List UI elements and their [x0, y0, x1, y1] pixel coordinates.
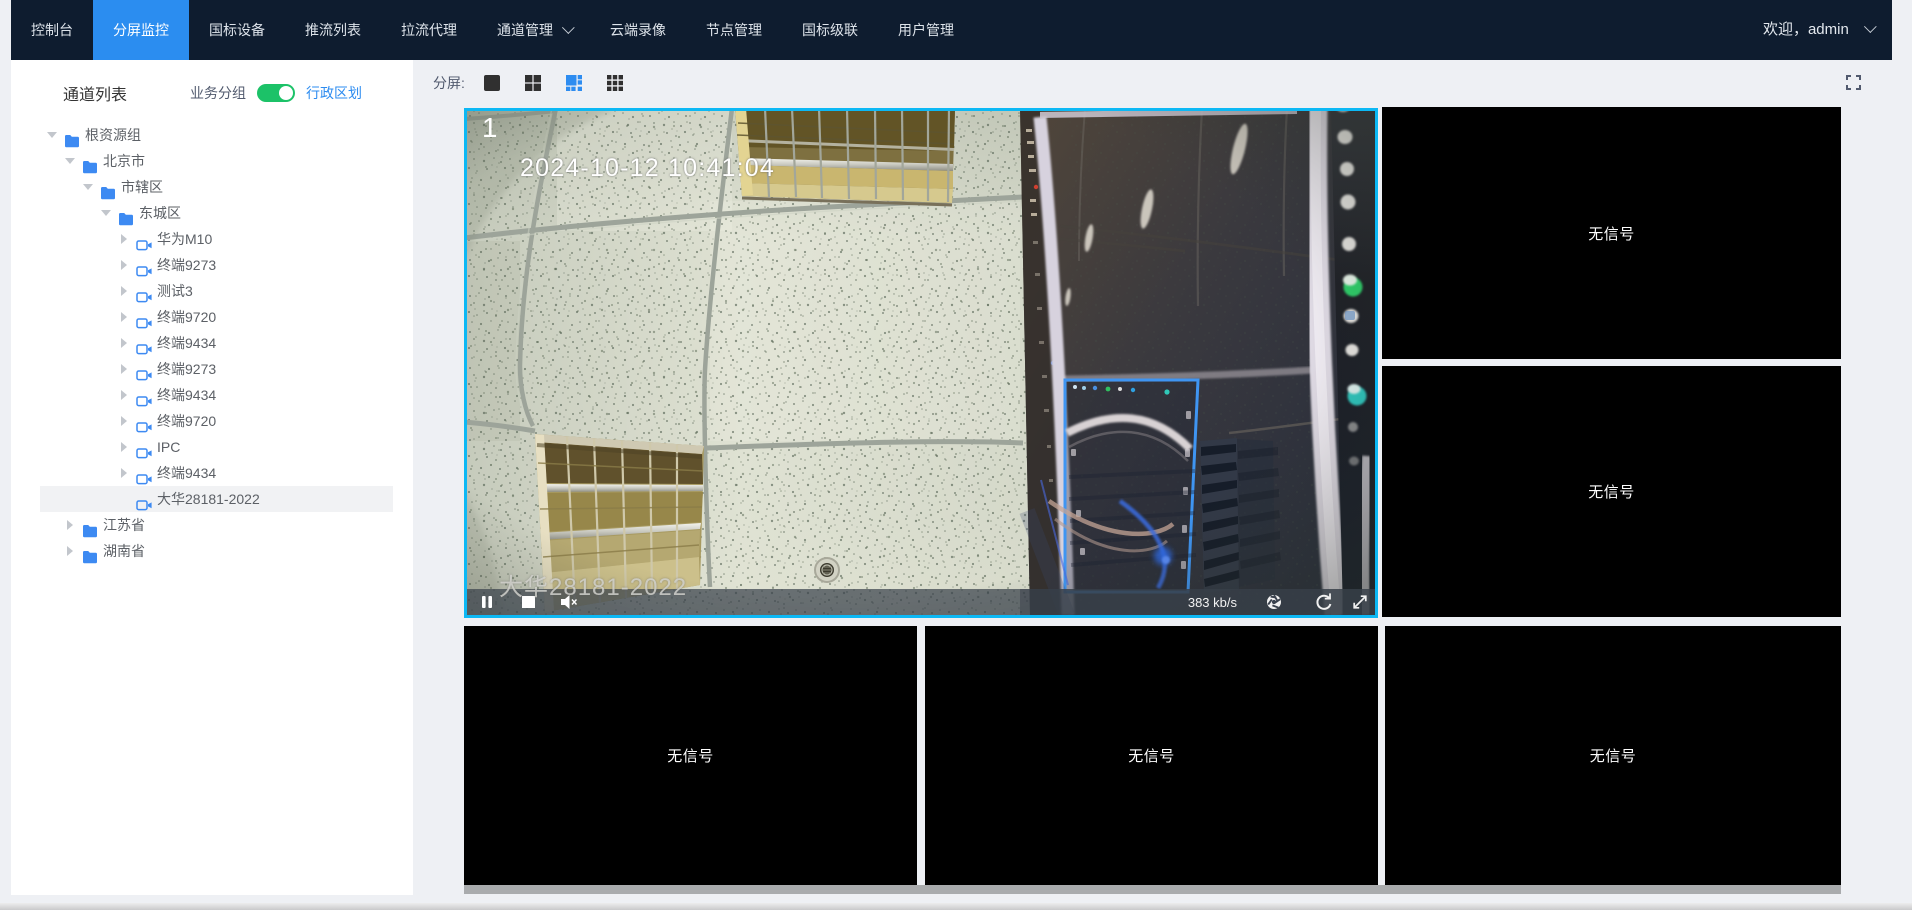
- svg-text:383 kb/s: 383 kb/s: [1188, 595, 1238, 610]
